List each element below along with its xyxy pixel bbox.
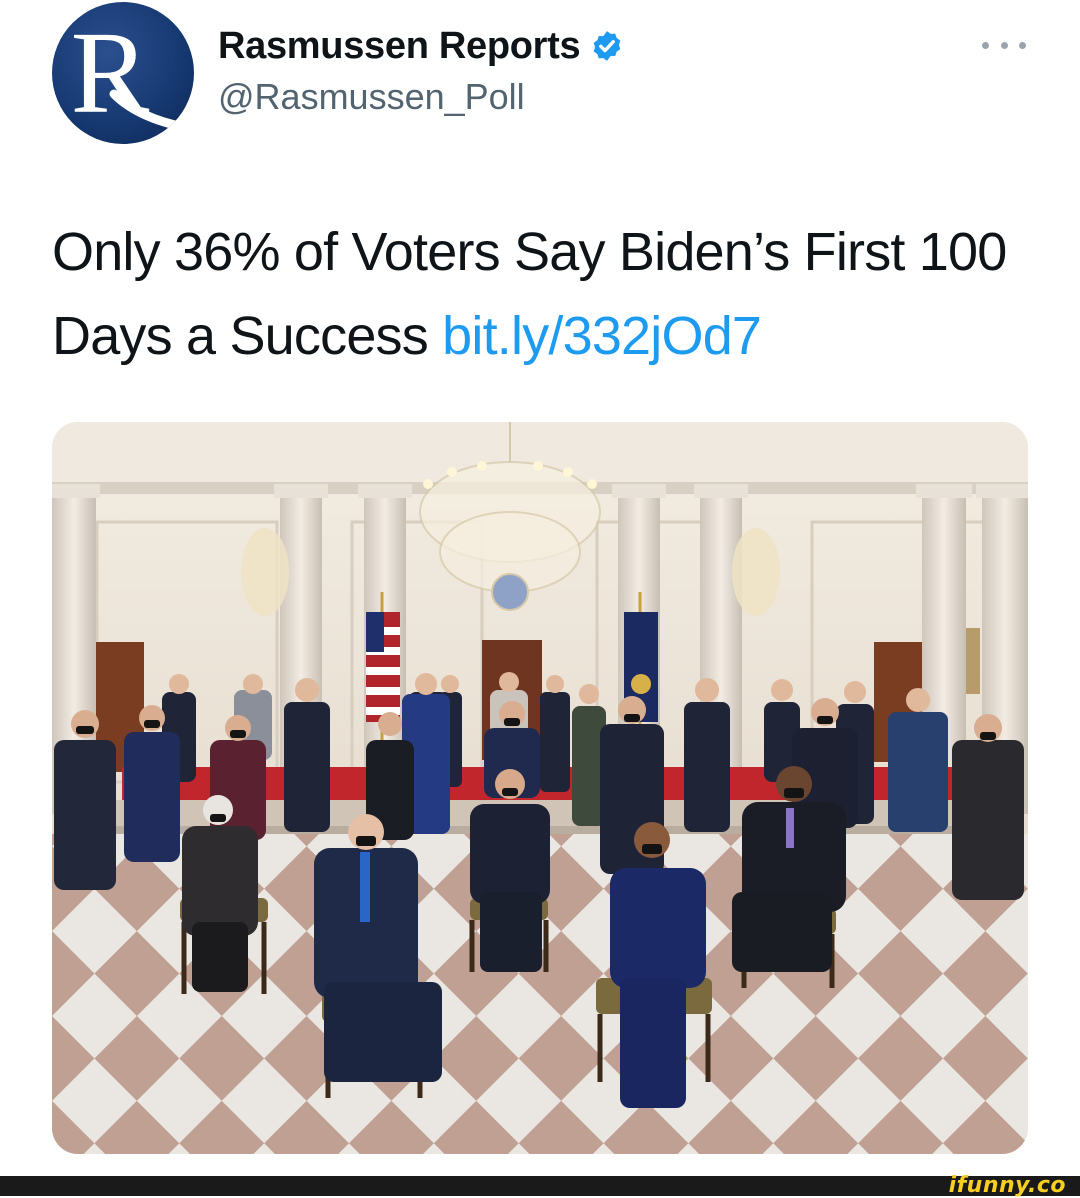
name-row: Rasmussen Reports	[218, 22, 624, 70]
tweet-text: Only 36% of Voters Say Biden’s First 100…	[52, 210, 1042, 378]
watermark-bar: ifunny.co	[0, 1173, 1080, 1198]
tweet-header: R Rasmussen Reports @Rasmussen_Poll	[0, 0, 1080, 160]
avatar-swoosh-graphic	[109, 89, 194, 134]
tweet-link[interactable]: bit.ly/332jOd7	[442, 306, 762, 366]
more-dot	[1019, 41, 1026, 49]
photo-illustration	[52, 422, 1028, 1154]
ifunny-watermark: ifunny.co	[948, 1173, 1066, 1198]
profile-avatar[interactable]: R	[52, 2, 194, 144]
more-options-icon[interactable]	[982, 30, 1026, 60]
more-dot	[982, 41, 989, 49]
more-dot	[1000, 41, 1008, 49]
account-handle[interactable]: @Rasmussen_Poll	[218, 76, 525, 118]
tweet-photo[interactable]	[52, 422, 1028, 1154]
verified-badge-icon	[594, 31, 621, 61]
display-name[interactable]: Rasmussen Reports	[218, 25, 581, 68]
